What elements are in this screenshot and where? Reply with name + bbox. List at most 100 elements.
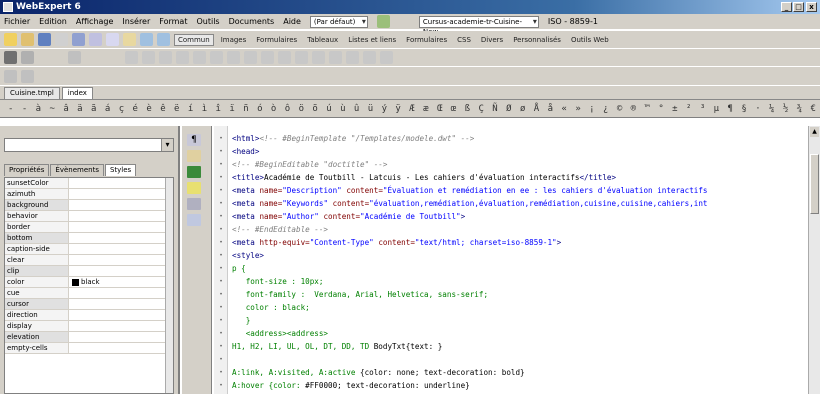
globe-icon[interactable] [376, 15, 390, 28]
property-row[interactable]: direction [5, 310, 173, 321]
binoculars-icon[interactable] [4, 51, 17, 64]
property-value[interactable] [69, 222, 173, 232]
menu-edit[interactable]: Edition [39, 17, 67, 26]
property-row[interactable]: bottom [5, 233, 173, 244]
property-row[interactable]: caption-side [5, 244, 173, 255]
align-center-icon[interactable] [142, 51, 155, 64]
tab-common[interactable]: Commun [174, 33, 214, 46]
editor-scrollbar[interactable]: ▲ [808, 126, 820, 394]
tab-css[interactable]: CSS [454, 35, 474, 45]
property-value[interactable] [69, 233, 173, 243]
indent-icon[interactable] [278, 51, 291, 64]
image-icon[interactable] [329, 51, 342, 64]
property-row[interactable]: clear [5, 255, 173, 266]
chevron-down-icon[interactable]: ▾ [161, 139, 173, 151]
character-list[interactable]: - - à ~ â ä ã á ç é è ê ë í ì î ï ñ ó ò … [8, 104, 820, 114]
menu-insert[interactable]: Insérer [122, 17, 150, 26]
tab-tables[interactable]: Tableaux [304, 35, 341, 45]
document-combo[interactable]: Cursus-academie-tr-Cuisine-New [418, 15, 539, 36]
underline-icon[interactable] [227, 51, 240, 64]
outdent-icon[interactable] [295, 51, 308, 64]
code-editor[interactable]: <html><!-- #BeginTemplate "/Templates/mo… [228, 126, 808, 394]
tab-properties[interactable]: Propriétés [4, 164, 50, 176]
tab-styles[interactable]: Styles [104, 164, 137, 176]
forward-icon[interactable] [21, 69, 34, 83]
menu-tools[interactable]: Outils [196, 17, 219, 26]
special-characters-bar[interactable]: - - à ~ â ä ã á ç é è ê ë í ì î ï ñ ó ò … [0, 100, 820, 118]
property-value[interactable] [69, 266, 173, 276]
copy-icon[interactable] [106, 33, 119, 46]
font-size-icon[interactable] [176, 51, 189, 64]
property-value[interactable] [69, 255, 173, 265]
cut-icon[interactable] [89, 33, 102, 46]
property-row[interactable]: sunsetColor [5, 178, 173, 189]
new-file-icon[interactable] [4, 33, 17, 46]
link-icon[interactable] [346, 51, 359, 64]
property-value[interactable] [69, 200, 173, 210]
property-value[interactable] [69, 332, 173, 342]
property-value[interactable] [69, 299, 173, 309]
tab-custom[interactable]: Personnalisés [510, 35, 564, 45]
property-row[interactable]: cue [5, 288, 173, 299]
align-right-icon[interactable] [159, 51, 172, 64]
tab-template[interactable]: Cuisine.tmpl [4, 87, 60, 99]
property-value[interactable] [69, 310, 173, 320]
close-button[interactable]: x [806, 2, 817, 12]
element-select[interactable]: ▾ [4, 138, 174, 152]
property-value[interactable] [69, 321, 173, 331]
preview-icon[interactable] [72, 33, 85, 46]
scroll-up-icon[interactable]: ▲ [810, 127, 819, 137]
property-value[interactable] [69, 211, 173, 221]
property-value[interactable] [69, 343, 173, 353]
minimize-button[interactable]: _ [781, 2, 792, 12]
replace-icon[interactable] [21, 51, 34, 64]
property-row[interactable]: azimuth [5, 189, 173, 200]
encoding-label[interactable]: ISO - 8859-1 [548, 17, 598, 26]
undo-icon[interactable] [140, 33, 153, 46]
save-icon[interactable] [38, 33, 51, 46]
green-block-icon[interactable] [187, 166, 201, 178]
menu-format[interactable]: Format [159, 17, 187, 26]
property-row[interactable]: cursor [5, 299, 173, 310]
anchor-icon[interactable] [363, 51, 376, 64]
align-left-icon[interactable] [125, 51, 138, 64]
tab-forms[interactable]: Formulaires [253, 35, 300, 45]
redo-icon[interactable] [157, 33, 170, 46]
properties-scrollbar[interactable] [165, 178, 173, 393]
globe-small-icon[interactable] [68, 51, 81, 64]
property-row[interactable]: color black [5, 277, 173, 288]
list-bullet-icon[interactable] [244, 51, 257, 64]
tab-images[interactable]: Images [218, 35, 250, 45]
property-value[interactable] [69, 189, 173, 199]
tab-lists-links[interactable]: Listes et liens [345, 35, 399, 45]
page-icon[interactable] [187, 182, 201, 194]
style-combo[interactable]: (Par défaut) [309, 15, 368, 28]
bold-icon[interactable] [193, 51, 206, 64]
property-row[interactable]: border [5, 222, 173, 233]
preview-panel-icon[interactable] [187, 214, 201, 226]
menu-help[interactable]: Aide [283, 17, 301, 26]
print-icon[interactable] [55, 33, 68, 46]
property-row[interactable]: display [5, 321, 173, 332]
back-icon[interactable] [4, 69, 17, 83]
menu-view[interactable]: Affichage [76, 17, 114, 26]
menu-documents[interactable]: Documents [229, 17, 275, 26]
property-row[interactable]: clip [5, 266, 173, 277]
property-row[interactable]: behavior [5, 211, 173, 222]
list-number-icon[interactable] [261, 51, 274, 64]
paste-icon[interactable] [123, 33, 136, 46]
scroll-thumb[interactable] [810, 154, 819, 214]
open-folder-icon[interactable] [21, 33, 34, 46]
table-icon[interactable] [312, 51, 325, 64]
property-row[interactable]: background [5, 200, 173, 211]
property-row[interactable]: elevation [5, 332, 173, 343]
tab-misc[interactable]: Divers [478, 35, 506, 45]
horizontal-rule-icon[interactable] [380, 51, 393, 64]
maximize-button[interactable]: □ [793, 2, 804, 12]
tag-icon[interactable] [187, 198, 201, 210]
tab-events[interactable]: Évènements [50, 164, 104, 176]
paragraph-icon[interactable]: ¶ [187, 134, 201, 146]
italic-icon[interactable] [210, 51, 223, 64]
property-value[interactable] [69, 288, 173, 298]
tab-index[interactable]: index [61, 87, 93, 99]
